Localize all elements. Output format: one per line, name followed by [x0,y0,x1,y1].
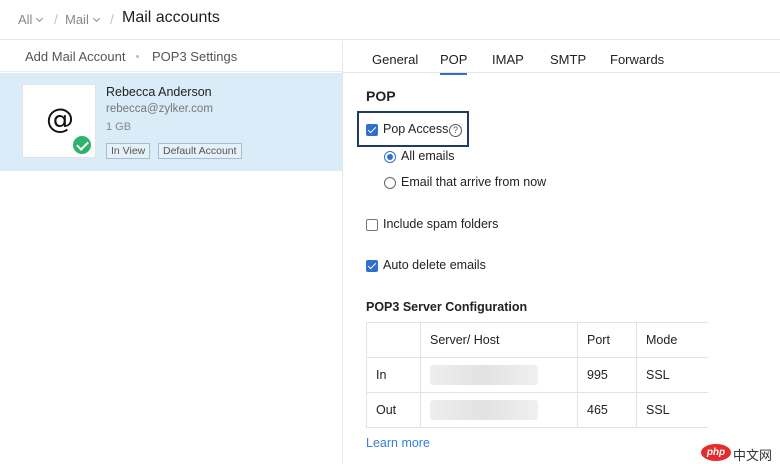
server-config-table: Server/ Host Port Mode In 995 SSL Out 46… [366,322,708,428]
chevron-down-icon [92,14,100,22]
port-cell: 995 [577,357,637,393]
tab-forwards[interactable]: Forwards [610,52,664,67]
header: All / Mail / Mail accounts [0,0,780,40]
redacted-host [430,400,538,420]
mode-cell: SSL [636,357,708,393]
tab-imap[interactable]: IMAP [492,52,524,67]
port-cell: 465 [577,392,637,428]
breadcrumb-separator: / [110,11,114,27]
row-name: In [366,357,421,393]
all-emails-label: All emails [401,149,455,163]
account-name: Rebecca Anderson [106,85,212,99]
all-emails-radio[interactable] [384,151,396,163]
add-mail-account-button[interactable]: Add Mail Account [25,49,125,64]
breadcrumb-mail-label: Mail [65,12,89,27]
breadcrumb-mail[interactable]: Mail [65,12,100,27]
watermark: php 中文网 [701,443,775,463]
pop-access-label: Pop Access [383,122,449,136]
auto-delete-label: Auto delete emails [383,258,486,272]
separator-dot [136,55,139,58]
pop-access-checkbox[interactable] [366,124,378,136]
tab-smtp[interactable]: SMTP [550,52,586,67]
column-header-port: Port [577,322,637,358]
email-from-now-radio[interactable] [384,177,396,189]
in-view-badge: In View [106,143,151,159]
tab-pop[interactable]: POP [440,52,468,75]
account-actions-bar: Add Mail Account POP3 Settings [0,41,342,72]
breadcrumb-all[interactable]: All [18,12,44,27]
at-sign-icon: @ [46,102,74,135]
settings-tabs: General POP IMAP SMTP Forwards [343,41,780,75]
account-list-item[interactable]: @ Rebecca Anderson rebecca@zylker.com 1 … [0,73,342,171]
email-from-now-label: Email that arrive from now [401,175,547,189]
section-title: POP [366,88,396,104]
redacted-host [430,365,538,385]
column-header-name [366,322,421,358]
account-list-panel: Add Mail Account POP3 Settings @ Rebecca… [0,41,342,464]
server-host-cell [420,357,578,393]
breadcrumb-all-label: All [18,12,33,27]
account-size: 1 GB [106,121,132,133]
table-row: Out 465 SSL [366,392,708,428]
account-email: rebecca@zylker.com [106,103,213,115]
include-spam-checkbox[interactable] [366,219,378,231]
pop3-settings-link[interactable]: POP3 Settings [152,49,237,64]
check-circle-icon [71,134,93,156]
watermark-text: 中文网 [733,448,773,463]
breadcrumb-separator: / [54,11,58,27]
panel-divider [342,41,343,464]
row-name: Out [366,392,421,428]
column-header-server: Server/ Host [420,322,578,358]
server-host-cell [420,392,578,428]
help-icon[interactable]: ? [449,124,462,137]
table-row: In 995 SSL [366,357,708,393]
avatar: @ [22,84,96,158]
table-header-row: Server/ Host Port Mode [366,322,708,358]
server-config-heading: POP3 Server Configuration [366,300,528,314]
mode-cell: SSL [636,392,708,428]
learn-more-link[interactable]: Learn more [366,436,430,450]
column-header-mode: Mode [636,322,708,358]
default-account-badge: Default Account [158,143,242,159]
auto-delete-checkbox[interactable] [366,260,378,272]
chevron-down-icon [36,14,44,22]
tab-general[interactable]: General [372,52,418,67]
php-logo: php [701,444,731,461]
page-title: Mail accounts [122,9,220,26]
include-spam-label: Include spam folders [383,217,499,231]
